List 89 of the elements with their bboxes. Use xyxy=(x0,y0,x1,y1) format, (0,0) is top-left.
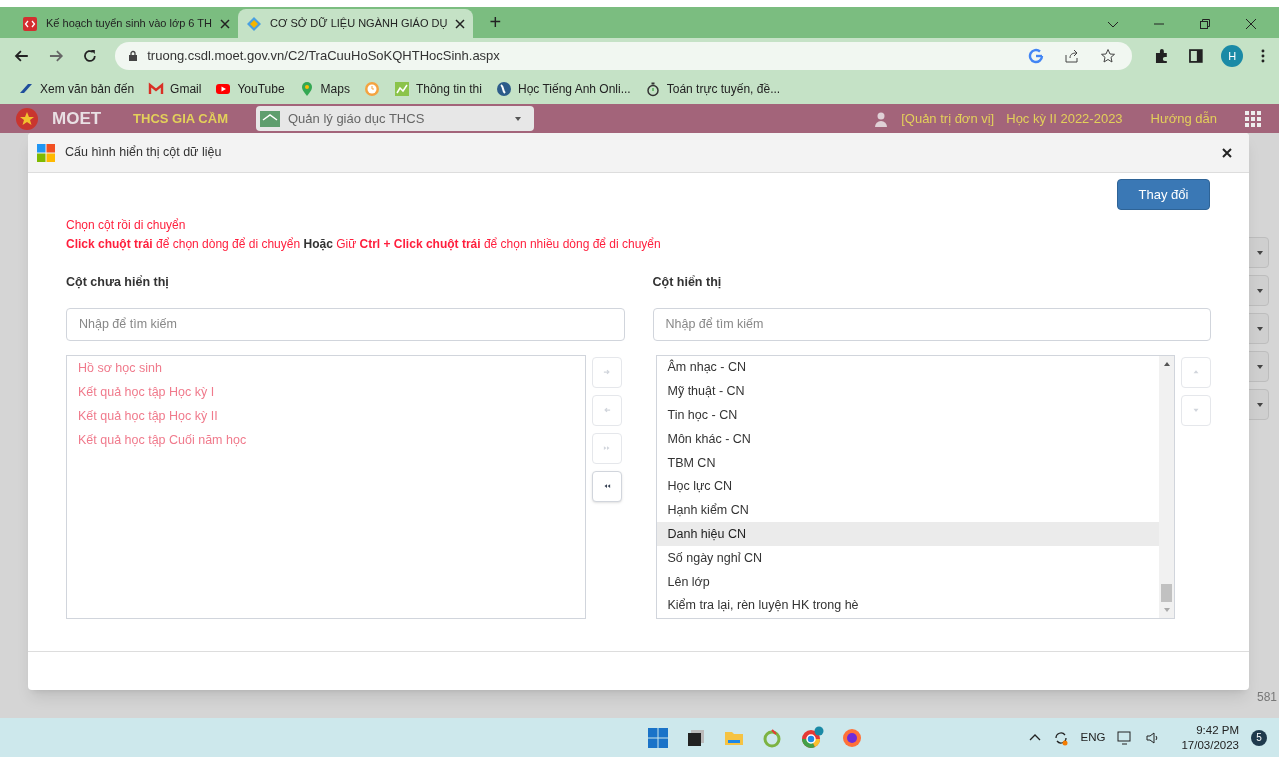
tab-title: CƠ SỞ DỮ LIỆU NGÀNH GIÁO DỤ xyxy=(270,16,448,32)
column-item[interactable]: Môn khác - CN xyxy=(656,427,1159,451)
emblem-icon xyxy=(14,106,40,131)
search-field[interactable]: Nhập để tìm kiếm xyxy=(66,307,625,341)
profile-avatar[interactable]: H xyxy=(1221,45,1244,67)
column-heading: Cột hiển thị xyxy=(652,274,723,291)
clock-time: 9:42 PM xyxy=(1196,723,1239,738)
lock-icon xyxy=(127,50,140,62)
notification-badge[interactable]: 5 xyxy=(1251,729,1267,746)
star-icon[interactable] xyxy=(1099,48,1116,64)
column-item[interactable]: Âm nhạc - CN xyxy=(656,355,1159,380)
google-icon[interactable] xyxy=(1027,48,1044,64)
firefox-icon[interactable] xyxy=(842,727,863,748)
term-label: Học kỳ II 2022-2023 xyxy=(1006,109,1123,128)
stopwatch-icon xyxy=(644,81,661,97)
column-item[interactable]: Hạnh kiểm CN xyxy=(656,498,1159,523)
leaf-icon[interactable] xyxy=(762,727,783,748)
forward-icon[interactable] xyxy=(47,48,64,64)
tab-title: Kế hoạch tuyển sinh vào lớp 6 TH xyxy=(46,16,212,32)
globe-icon xyxy=(495,81,512,97)
column-item[interactable]: Tin học - CN xyxy=(656,403,1159,428)
close-icon[interactable] xyxy=(1245,18,1257,30)
apps-grid-icon[interactable] xyxy=(1245,110,1261,127)
bookmark[interactable]: Học Tiếng Anh Onli... xyxy=(495,80,631,98)
bookmark[interactable]: Thông tin thi xyxy=(393,80,482,98)
caret-icon xyxy=(1256,400,1264,409)
browser-tab[interactable]: CƠ SỞ DỮ LIỆU NGÀNH GIÁO DỤ xyxy=(238,9,474,38)
apply-button[interactable]: Thay đổi xyxy=(1117,179,1210,210)
school-icon xyxy=(259,110,280,127)
bookmark[interactable]: Maps xyxy=(298,80,350,98)
sync-icon[interactable] xyxy=(1052,729,1069,746)
column-item[interactable]: Lên lớp xyxy=(656,570,1159,594)
column-item[interactable]: Mỹ thuật - CN xyxy=(656,379,1159,404)
browser-icon[interactable] xyxy=(800,725,825,750)
column-item[interactable]: Số ngày nghỉ CN xyxy=(656,546,1159,571)
bookmark[interactable] xyxy=(363,81,380,97)
back-icon[interactable] xyxy=(14,48,30,64)
code-icon xyxy=(22,15,38,32)
close-icon[interactable] xyxy=(220,18,230,29)
share-icon[interactable] xyxy=(1063,48,1080,64)
column-heading: Cột chưa hiển thị xyxy=(66,274,170,291)
play-icon xyxy=(215,81,232,97)
dialog-title: Cấu hình hiển thị cột dữ liệu xyxy=(65,144,223,162)
url-text: truong.csdl.moet.gov.vn/C2/TraCuuHoSoKQHTHocSinh.aspx xyxy=(147,47,501,66)
diamond-icon xyxy=(246,15,262,32)
scroll-thumb[interactable] xyxy=(1161,583,1172,602)
new-tab-button[interactable]: + xyxy=(481,10,510,34)
menu-icon[interactable] xyxy=(1261,48,1265,64)
clock-date: 17/03/2023 xyxy=(1181,737,1239,752)
scroll-down-icon xyxy=(1162,605,1171,614)
column-item[interactable]: Kiểm tra lại, rèn luyện HK trong hè xyxy=(656,593,1159,618)
close-icon[interactable] xyxy=(455,18,466,29)
address-bar[interactable]: truong.csdl.moet.gov.vn/C2/TraCuuHoSoKQHTHocSinh.aspx xyxy=(115,42,1132,70)
browser-tab[interactable]: Kế hoạch tuyển sinh vào lớp 6 TH xyxy=(14,9,238,38)
puzzle-icon[interactable] xyxy=(1153,48,1170,64)
restore-icon[interactable] xyxy=(1199,18,1211,30)
windows-logo-icon xyxy=(37,143,55,162)
reload-icon[interactable] xyxy=(81,48,98,64)
caret-icon xyxy=(1256,248,1264,257)
caret-icon xyxy=(1256,324,1264,333)
bookmark[interactable]: YouTube xyxy=(215,80,285,98)
chart-icon xyxy=(393,81,410,97)
bookmark[interactable]: Gmail xyxy=(148,80,202,98)
search-field[interactable]: Nhập để tìm kiếm xyxy=(652,307,1211,341)
language-indicator[interactable]: ENG xyxy=(1080,728,1106,747)
close-icon[interactable] xyxy=(1222,147,1232,158)
bookmark[interactable]: Xem văn bản đến xyxy=(18,80,135,98)
bookmark[interactable]: Toán trực tuyến, đề... xyxy=(644,80,781,98)
record-count: 581 xyxy=(1256,689,1277,706)
caret-icon xyxy=(513,114,522,123)
user-icon xyxy=(873,110,890,127)
role-label: [Quản trị đơn vị] xyxy=(901,109,995,128)
school-name: THCS GIA CẦM xyxy=(133,109,228,128)
network-icon[interactable] xyxy=(1117,729,1134,746)
column-item[interactable]: Danh hiệu CN xyxy=(656,522,1159,547)
mail-icon xyxy=(148,81,165,97)
column-item[interactable]: TBM CN xyxy=(656,451,1159,475)
instruction-text: Click chuột trái để chọn dòng để di chuyển Hoặc Giữ Ctrl + Click chuột trái để chọn nhiều dòng để di chuyển xyxy=(66,236,662,253)
module-select[interactable]: Quản lý giáo dục THCS xyxy=(255,106,534,131)
side-panel-icon[interactable] xyxy=(1187,48,1204,64)
site-logo-text: MOET xyxy=(52,107,102,130)
caret-icon xyxy=(1256,362,1264,371)
clock-icon xyxy=(363,81,380,97)
caret-icon xyxy=(1256,286,1264,295)
scrollbar[interactable] xyxy=(1159,355,1174,618)
column-item[interactable]: Học lực CN xyxy=(656,474,1159,499)
windows-start-icon[interactable] xyxy=(648,727,669,748)
window-icon[interactable] xyxy=(686,727,707,748)
hint-text: Chọn cột rồi di chuyển xyxy=(66,217,187,234)
